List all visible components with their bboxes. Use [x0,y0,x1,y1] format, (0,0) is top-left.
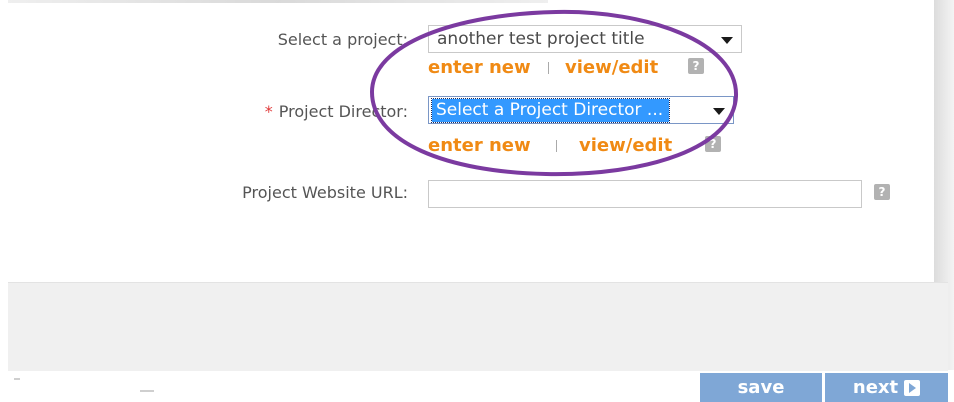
save-button[interactable]: save [700,373,822,402]
save-button-label: save [737,377,785,398]
smudge [14,378,20,380]
next-button-label: next [852,377,899,398]
arrow-right-icon [904,379,921,396]
website-url-input[interactable] [428,180,862,208]
annotation-circle [369,9,739,177]
website-url-label: Project Website URL: [242,183,408,202]
smudge [140,390,154,392]
required-asterisk: * [264,102,273,121]
footer-area [8,282,948,371]
next-button[interactable]: next [825,373,948,402]
help-icon[interactable]: ? [874,184,890,200]
cropped-top-text [8,0,548,3]
